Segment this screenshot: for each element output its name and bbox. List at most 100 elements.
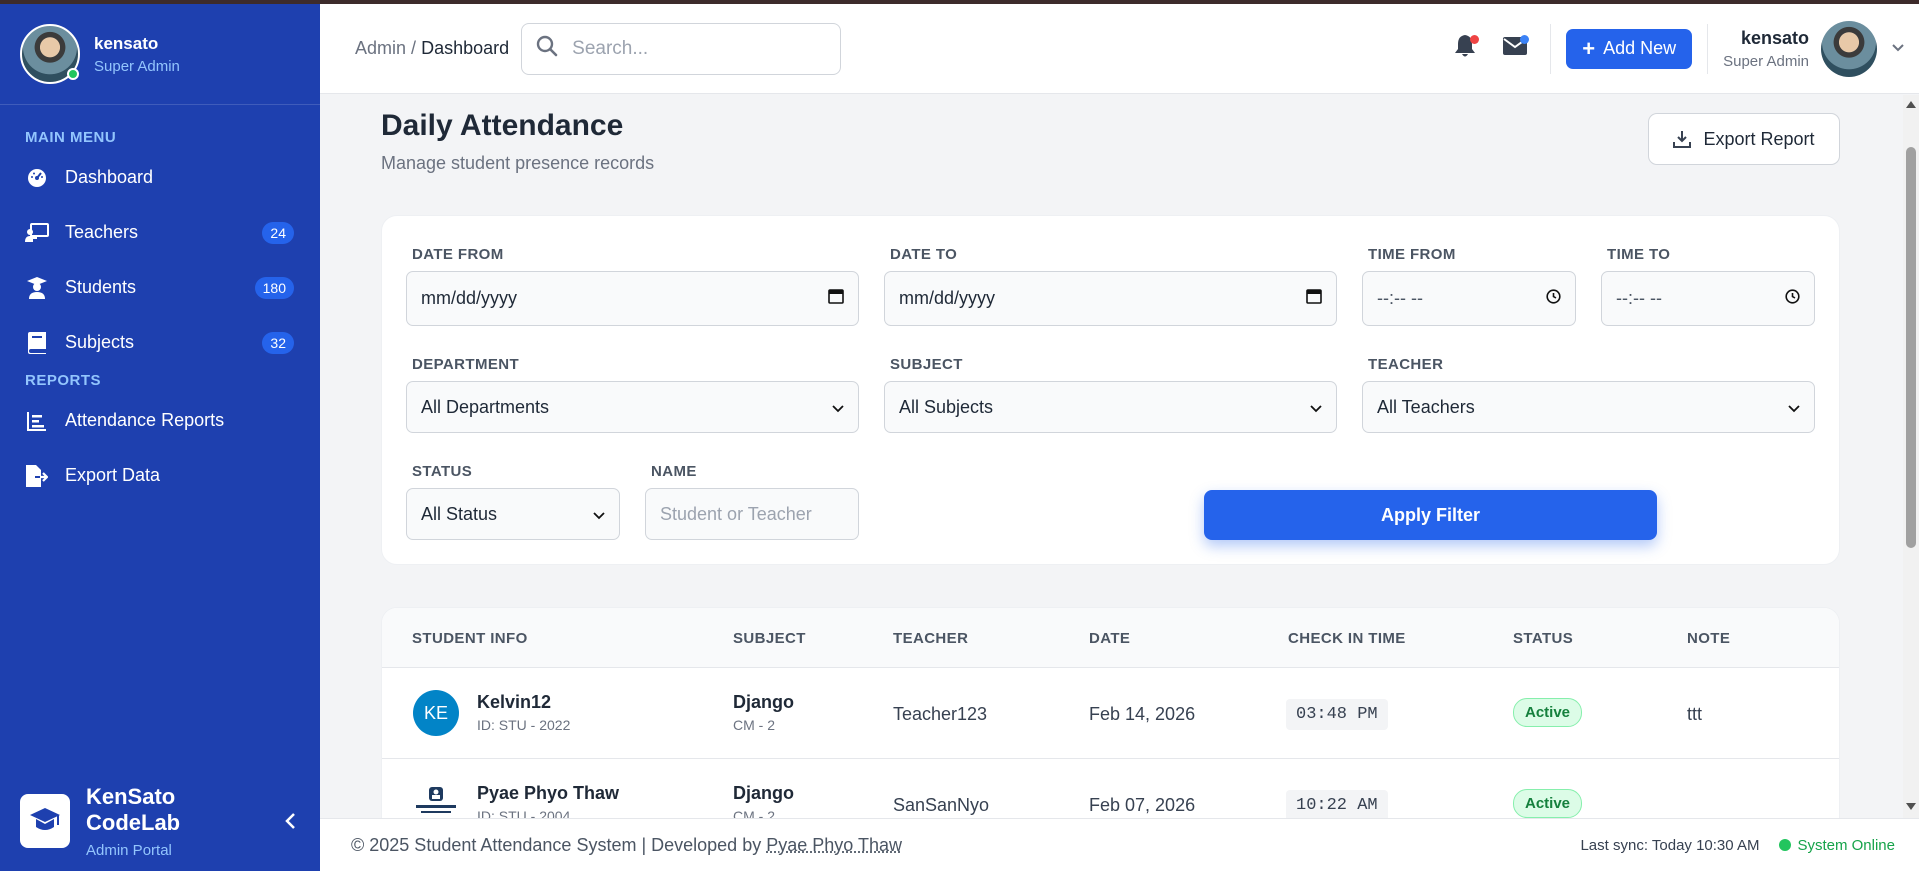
subject-label: SUBJECT xyxy=(890,356,963,373)
header-user-name: kensato xyxy=(1740,27,1809,48)
sidebar-item-dashboard[interactable]: Dashboard xyxy=(0,150,320,205)
top-header: Admin / Dashboard + Add New xyxy=(320,4,1919,94)
breadcrumb: Admin / Dashboard xyxy=(355,38,509,59)
chevron-down-icon xyxy=(832,397,844,418)
status-select[interactable]: All Status xyxy=(406,488,620,540)
header-divider xyxy=(1707,23,1709,74)
sidebar-item-attendance-reports[interactable]: Attendance Reports xyxy=(0,393,320,448)
school-logo-icon xyxy=(416,787,456,813)
column-header-date[interactable]: DATE xyxy=(1089,630,1130,647)
sidebar: kensato Super Admin MAIN MENU Dashboard … xyxy=(0,4,320,871)
column-header-student-info[interactable]: STUDENT INFO xyxy=(412,630,528,647)
sidebar-item-label: Subjects xyxy=(65,332,135,352)
sidebar-item-export-data[interactable]: Export Data xyxy=(0,448,320,503)
column-header-status[interactable]: STATUS xyxy=(1513,630,1573,647)
notifications-button[interactable] xyxy=(1445,29,1485,69)
avatar[interactable] xyxy=(1821,20,1877,77)
breadcrumb-root[interactable]: Admin xyxy=(355,38,406,58)
student-name: Kelvin12 xyxy=(477,692,552,712)
search-input[interactable] xyxy=(572,37,813,60)
user-menu[interactable]: kensato Super Admin xyxy=(1723,20,1905,77)
time-from-input[interactable]: --:-- -- xyxy=(1362,271,1576,326)
date-from-input[interactable]: mm/dd/yyyy xyxy=(406,271,859,326)
department-label: DEPARTMENT xyxy=(412,356,520,373)
breadcrumb-current: Dashboard xyxy=(421,38,510,58)
search-box[interactable] xyxy=(521,22,842,75)
clock-icon[interactable] xyxy=(1785,288,1800,309)
messages-button[interactable] xyxy=(1495,29,1535,69)
subjects-count-badge: 32 xyxy=(262,331,294,354)
system-status: System Online xyxy=(1779,837,1895,854)
check-in-time: 03:48 PM xyxy=(1286,699,1388,730)
chevron-down-icon[interactable] xyxy=(1891,40,1905,58)
department-select[interactable]: All Departments xyxy=(406,381,859,433)
time-to-input[interactable]: --:-- -- xyxy=(1601,271,1815,326)
main-content: Daily Attendance Manage student presence… xyxy=(320,95,1903,818)
sidebar-user: kensato Super Admin xyxy=(0,4,320,105)
system-online-label: System Online xyxy=(1797,836,1895,854)
status-label: STATUS xyxy=(412,463,473,480)
sidebar-user-role: Super Admin xyxy=(94,57,180,75)
time-to-value: --:-- -- xyxy=(1616,288,1662,308)
online-status-dot xyxy=(67,68,79,80)
page-footer: © 2025 Student Attendance System | Devel… xyxy=(320,818,1919,871)
date-from-value: mm/dd/yyyy xyxy=(421,288,518,308)
sidebar-item-students[interactable]: Students 180 xyxy=(0,260,320,315)
collapse-sidebar-button[interactable] xyxy=(270,801,310,841)
scrollbar-thumb[interactable] xyxy=(1906,147,1916,548)
graduate-icon xyxy=(25,276,49,300)
time-to-label: TIME TO xyxy=(1607,246,1671,263)
department-value: All Departments xyxy=(421,396,550,417)
student-name: Pyae Phyo Thaw xyxy=(477,783,620,803)
teacher-label: TEACHER xyxy=(1368,356,1444,373)
page-scrollbar[interactable] xyxy=(1903,95,1919,818)
clock-icon[interactable] xyxy=(1546,288,1561,309)
column-header-subject[interactable]: SUBJECT xyxy=(733,630,806,647)
students-count-badge: 180 xyxy=(254,276,294,299)
header-user-role: Super Admin xyxy=(1723,52,1809,70)
chevron-down-icon xyxy=(1310,397,1322,418)
scroll-down-arrow-icon[interactable] xyxy=(1906,803,1916,810)
name-input[interactable]: Student or Teacher xyxy=(645,488,859,540)
sidebar-user-name: kensato xyxy=(94,33,159,53)
column-header-teacher[interactable]: TEACHER xyxy=(893,630,968,647)
subject-name: Django xyxy=(733,783,794,803)
export-report-button[interactable]: Export Report xyxy=(1648,113,1840,165)
window-top-border xyxy=(0,0,1919,4)
developer-link[interactable]: Pyae Phyo Thaw xyxy=(766,835,902,855)
subject-select[interactable]: All Subjects xyxy=(884,381,1337,433)
column-header-check-in-time[interactable]: CHECK IN TIME xyxy=(1288,630,1406,647)
header-divider xyxy=(1550,23,1552,74)
sidebar-item-teachers[interactable]: Teachers 24 xyxy=(0,205,320,260)
student-avatar xyxy=(413,781,459,818)
avatar[interactable] xyxy=(20,24,80,84)
chevron-down-icon xyxy=(1788,397,1800,418)
table-row[interactable]: KE Kelvin12 ID: STU - 2022 Django CM - 2… xyxy=(382,668,1839,759)
time-from-value: --:-- -- xyxy=(1377,288,1423,308)
calendar-icon[interactable] xyxy=(1306,288,1322,309)
attendance-date: Feb 07, 2026 xyxy=(1089,795,1196,815)
add-new-button[interactable]: + Add New xyxy=(1566,28,1693,69)
date-from-label: DATE FROM xyxy=(412,246,504,263)
page-subtitle: Manage student presence records xyxy=(381,153,655,173)
apply-filter-button[interactable]: Apply Filter xyxy=(1204,490,1657,540)
calendar-icon[interactable] xyxy=(828,288,844,309)
date-to-input[interactable]: mm/dd/yyyy xyxy=(884,271,1337,326)
export-report-label: Export Report xyxy=(1703,128,1815,149)
teacher-select[interactable]: All Teachers xyxy=(1362,381,1815,433)
attendance-date: Feb 14, 2026 xyxy=(1089,704,1196,724)
column-header-note[interactable]: NOTE xyxy=(1687,630,1730,647)
breadcrumb-separator: / xyxy=(411,38,417,58)
page-title: Daily Attendance xyxy=(381,109,624,142)
chart-icon xyxy=(25,409,49,433)
scroll-up-arrow-icon[interactable] xyxy=(1906,101,1916,108)
file-export-icon xyxy=(25,464,49,488)
name-label: NAME xyxy=(651,463,697,480)
sidebar-item-subjects[interactable]: Subjects 32 xyxy=(0,315,320,370)
table-row[interactable]: Pyae Phyo Thaw ID: STU - 2004 Django CM … xyxy=(382,759,1839,818)
notification-dot xyxy=(1470,34,1480,44)
chevron-left-icon xyxy=(285,813,295,829)
student-id: ID: STU - 2022 xyxy=(477,717,571,733)
teachers-count-badge: 24 xyxy=(262,221,294,244)
gauge-icon xyxy=(25,166,49,190)
